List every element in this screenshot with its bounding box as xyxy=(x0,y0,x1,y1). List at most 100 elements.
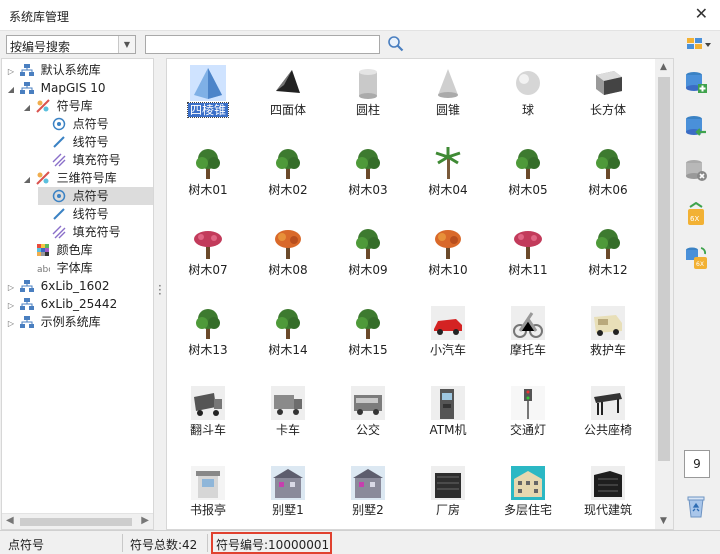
symbol-item[interactable]: 树木13 xyxy=(169,301,247,367)
tree-node-default-lib[interactable]: ▷ 默认系统库 xyxy=(6,61,101,79)
tree-icon xyxy=(356,149,380,179)
import-library-icon[interactable] xyxy=(684,114,708,138)
tree-node-font-lib[interactable]: abc 字体库 xyxy=(22,259,93,277)
tree-horizontal-scrollbar[interactable]: ◀ ▶ xyxy=(2,513,153,529)
symbol-grid[interactable]: 四棱锥 四面体 圆柱 圆锥 球 长方体 树木01 树木02 树木03 树木04 树木05 树木06 树木… xyxy=(166,58,674,530)
svg-text:abc: abc xyxy=(37,265,50,275)
collapse-icon[interactable]: ◢ xyxy=(22,99,32,117)
view-mode-icon[interactable] xyxy=(686,36,712,52)
symbol-item[interactable]: 树木09 xyxy=(329,221,407,287)
scroll-thumb[interactable] xyxy=(20,518,132,526)
tree-node-label: 线符号 xyxy=(72,207,109,221)
symbol-item[interactable]: 公共座椅 xyxy=(569,381,647,447)
motorcycle-icon xyxy=(511,306,545,340)
symbol-item[interactable]: 树木15 xyxy=(329,301,407,367)
tree-node-symbol-lib[interactable]: ◢ 符号库 xyxy=(22,97,93,115)
symbol-item[interactable]: 长方体 xyxy=(569,61,647,127)
symbol-label: 别墅2 xyxy=(329,503,407,518)
tree-node-fill-symbol[interactable]: 填充符号 xyxy=(38,151,121,169)
tree-node-color-lib[interactable]: 颜色库 xyxy=(22,241,93,259)
tree-node-3d-fill-symbol[interactable]: 填充符号 xyxy=(38,223,121,241)
tree-node-label: 6xLib_25442 xyxy=(40,297,118,311)
recycle-bin-icon[interactable] xyxy=(684,494,708,518)
tree-node-point-symbol[interactable]: 点符号 xyxy=(38,115,109,133)
symbol-item[interactable]: 树木05 xyxy=(489,141,567,207)
symbol-item[interactable]: 树木02 xyxy=(249,141,327,207)
symbol-item[interactable]: 四棱锥 xyxy=(169,61,247,127)
symbol-label: 厂房 xyxy=(409,503,487,518)
symbol-label-text: 摩托车 xyxy=(509,343,546,357)
tree-node-6xlib-25442[interactable]: ▷ 6xLib_25442 xyxy=(6,295,117,313)
symbol-item[interactable]: 交通灯 xyxy=(489,381,567,447)
symbol-label-text: 公共座椅 xyxy=(583,423,632,437)
scroll-left-icon[interactable]: ◀ xyxy=(6,515,14,526)
symbol-item[interactable]: 树木10 xyxy=(409,221,487,287)
symbol-item[interactable]: 别墅2 xyxy=(329,461,407,527)
delete-library-icon[interactable] xyxy=(684,158,708,182)
tree-node-mapgis[interactable]: ◢ MapGIS 10 xyxy=(6,79,106,97)
splitter-grip-icon[interactable]: · · · xyxy=(158,280,162,300)
symbol-item[interactable]: 现代建筑 xyxy=(569,461,647,527)
symbol-item[interactable]: 树木14 xyxy=(249,301,327,367)
collapse-icon[interactable]: ◢ xyxy=(6,81,16,99)
symbol-item[interactable]: 圆锥 xyxy=(409,61,487,127)
tree-node-3d-line-symbol[interactable]: 线符号 xyxy=(38,205,109,223)
symbol-label-text: ATM机 xyxy=(429,423,467,437)
expand-icon[interactable]: ▷ xyxy=(6,315,16,333)
symbol-item[interactable]: 摩托车 xyxy=(489,301,567,367)
symbol-item[interactable]: 树木01 xyxy=(169,141,247,207)
search-input[interactable] xyxy=(145,35,380,54)
tree-icon xyxy=(196,309,220,339)
search-icon[interactable] xyxy=(387,35,405,53)
scroll-right-icon[interactable]: ▶ xyxy=(141,515,149,526)
symbol-item[interactable]: ATM机 xyxy=(409,381,487,447)
add-library-icon[interactable] xyxy=(684,70,708,94)
symbol-item[interactable]: 厂房 xyxy=(409,461,487,527)
symbol-item[interactable]: 树木07 xyxy=(169,221,247,287)
panel-splitter[interactable]: · · · xyxy=(155,58,165,530)
symbol-item[interactable]: 树木11 xyxy=(489,221,567,287)
symbol-label-text: 公交 xyxy=(355,423,380,437)
library-tree[interactable]: ▷ 默认系统库 ◢ MapGIS 10 ◢ 符号库 点符号 线符号 填充符号 ◢… xyxy=(1,58,154,530)
tree-node-3d-symbol-lib[interactable]: ◢ 三维符号库 xyxy=(22,169,117,187)
tree-node-example-lib[interactable]: ▷ 示例系统库 xyxy=(6,313,101,331)
symbol-item[interactable]: 树木06 xyxy=(569,141,647,207)
close-icon[interactable]: ✕ xyxy=(695,4,708,24)
symbol-item[interactable]: 树木08 xyxy=(249,221,327,287)
library-icon xyxy=(19,82,34,94)
symbol-label-text: 别墅2 xyxy=(352,503,384,517)
atm-icon xyxy=(431,386,465,420)
symbol-item[interactable]: 树木12 xyxy=(569,221,647,287)
chevron-down-icon[interactable]: ▼ xyxy=(118,36,135,53)
symbol-item[interactable]: 多层住宅 xyxy=(489,461,567,527)
symbol-label: 树木05 xyxy=(489,183,567,198)
collapse-icon[interactable]: ◢ xyxy=(22,171,32,189)
tree-node-3d-point-symbol[interactable]: 点符号 xyxy=(38,187,153,205)
tree-node-label: 示例系统库 xyxy=(40,315,101,329)
symbol-item[interactable]: 四面体 xyxy=(249,61,327,127)
grid-vertical-scrollbar[interactable]: ▲ ▼ xyxy=(655,59,673,529)
convert-library-icon[interactable]: 6X xyxy=(684,246,708,270)
symbol-item[interactable]: 小汽车 xyxy=(409,301,487,367)
tree-node-6xlib-1602[interactable]: ▷ 6xLib_1602 xyxy=(6,277,110,295)
symbol-item[interactable]: 书报亭 xyxy=(169,461,247,527)
symbol-item[interactable]: 翻斗车 xyxy=(169,381,247,447)
symbol-item[interactable]: 球 xyxy=(489,61,567,127)
scroll-thumb[interactable] xyxy=(658,77,670,461)
symbol-item[interactable]: 别墅1 xyxy=(249,461,327,527)
page-number[interactable]: 9 xyxy=(684,450,710,478)
font-lib-icon: abc xyxy=(37,265,50,275)
symbol-item[interactable]: 公交 xyxy=(329,381,407,447)
symbol-item[interactable]: 树木04 xyxy=(409,141,487,207)
scroll-up-icon[interactable]: ▲ xyxy=(660,62,667,72)
symbol-item[interactable]: 圆柱 xyxy=(329,61,407,127)
svg-text:6X: 6X xyxy=(690,215,699,223)
tree-node-line-symbol[interactable]: 线符号 xyxy=(38,133,109,151)
symbol-item[interactable]: 卡车 xyxy=(249,381,327,447)
scroll-down-icon[interactable]: ▼ xyxy=(660,516,667,526)
symbol-item[interactable]: 树木03 xyxy=(329,141,407,207)
export-library-icon[interactable]: 6X xyxy=(684,202,708,226)
symbol-label-text: 树木10 xyxy=(428,263,468,277)
search-mode-select[interactable]: 按编号搜索 ▼ xyxy=(6,35,136,54)
symbol-item[interactable]: 救护车 xyxy=(569,301,647,367)
